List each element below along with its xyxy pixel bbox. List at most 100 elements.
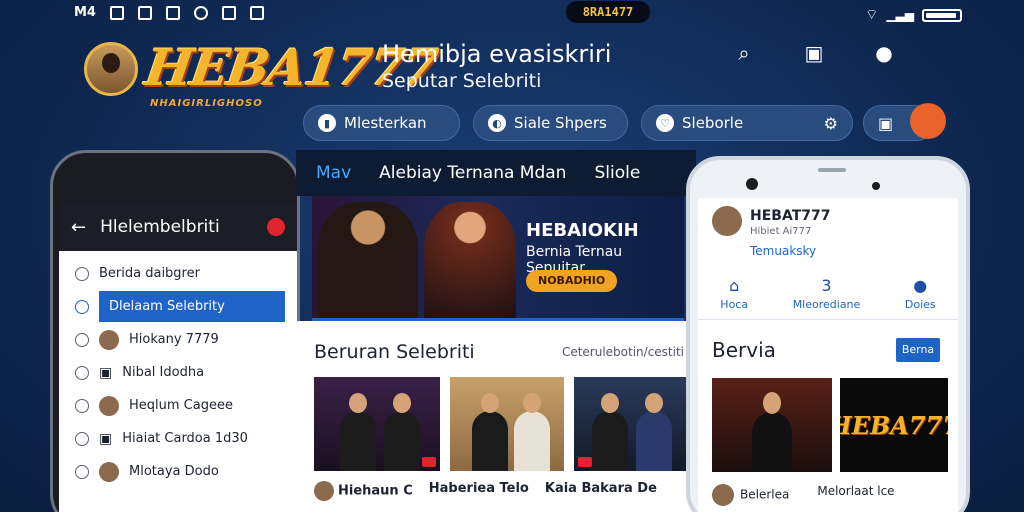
section-button[interactable]: Berna	[896, 338, 940, 362]
heart-icon: ♡	[656, 114, 674, 132]
list-item[interactable]: ▣ Nibal Idodha	[59, 356, 297, 389]
caption-text: Belerlea	[740, 487, 790, 502]
avatar	[99, 461, 119, 482]
screen-icon	[221, 5, 236, 20]
avatar	[99, 329, 119, 350]
globe-icon: ◐	[488, 114, 506, 132]
news-card[interactable]	[574, 377, 686, 471]
user-avatar[interactable]	[910, 103, 946, 139]
card-caption[interactable]: Melorlaat lce	[817, 484, 894, 506]
card-caption[interactable]: Hiehaun C	[314, 481, 413, 501]
banner-title: HEBAIOKIH	[526, 220, 639, 241]
pill-nav-0[interactable]: ▮ Mlesterkan	[303, 105, 460, 141]
profile-avatar[interactable]	[712, 206, 742, 236]
brand-avatar[interactable]	[84, 42, 138, 96]
camera-dot	[746, 178, 758, 190]
list-item-label: Dlelaam Selebrity	[99, 291, 285, 322]
card-caption[interactable]: Kaia Bakara De	[545, 481, 657, 501]
tab-label: Doies	[904, 298, 936, 311]
back-arrow-icon[interactable]: ←	[71, 217, 86, 238]
hero-banner[interactable]: HEBAIOKIH Bernia Ternau Sepuitar NOBADHI…	[312, 196, 684, 318]
left-phone: ← Hlelembelbriti Berida daibgrer Dlelaam…	[50, 150, 300, 512]
notification-badge[interactable]	[267, 218, 285, 236]
radio-icon[interactable]	[75, 332, 89, 347]
follow-link[interactable]: Temuaksky	[750, 244, 816, 258]
news-card[interactable]	[314, 377, 440, 471]
settings-icon[interactable]: ⚙	[824, 114, 838, 133]
banner-person-right	[424, 202, 516, 318]
caption-text: Kaia Bakara De	[544, 481, 657, 496]
radio-icon[interactable]	[75, 464, 89, 479]
section-title: Bervia	[712, 338, 776, 362]
card-person	[752, 392, 792, 472]
group-icon: ●	[913, 276, 928, 295]
pill-label: Mlesterkan	[344, 114, 427, 132]
news-panel: Beruran Selebriti Ceterulebotin/cestiti …	[296, 321, 696, 512]
caption-text: Melorlaat lce	[817, 484, 895, 498]
banner-button[interactable]: NOBADHIO	[526, 270, 618, 292]
page-title: Hemibja evasiskriri	[382, 40, 612, 68]
logo-card-text: HEBA777	[840, 410, 948, 440]
tab-trending[interactable]: Alebiay Ternana Mdan	[379, 163, 566, 183]
tab-groups[interactable]: ● Doies	[905, 276, 936, 311]
profile-icon[interactable]: ●	[873, 41, 895, 65]
tab-more[interactable]: Sliole	[594, 163, 640, 183]
list-item-label: Hiaiat Cardoa 1d30	[122, 431, 248, 446]
tab-home[interactable]: Mav	[316, 163, 351, 183]
download-icon	[249, 5, 264, 20]
list-item[interactable]: Mlotaya Dodo	[59, 455, 297, 488]
video-badge-icon	[578, 457, 592, 467]
radio-icon[interactable]	[75, 398, 89, 413]
list-item-label: Hiokany 7779	[129, 332, 219, 347]
list-item[interactable]: ▣ Hiaiat Cardoa 1d30	[59, 422, 297, 455]
pill-label: Siale Shpers	[514, 114, 607, 132]
list-item[interactable]: Heqlum Cageee	[59, 389, 297, 422]
radio-icon[interactable]	[75, 431, 89, 446]
card-caption[interactable]: Belerlea	[712, 484, 789, 506]
card-person	[636, 393, 672, 471]
tab-label: Hoca	[720, 298, 749, 311]
card-person	[472, 393, 508, 471]
list-item-label: Berida daibgrer	[99, 266, 200, 281]
radio-icon[interactable]	[75, 266, 89, 281]
card-caption[interactable]: Haberiea Telo	[429, 481, 529, 501]
center-nav: Mav Alebiay Ternana Mdan Sliole	[296, 150, 696, 196]
card-person	[514, 393, 550, 471]
dynamic-pill: 8RA1477	[566, 1, 650, 23]
radio-icon[interactable]	[75, 365, 89, 380]
news-card[interactable]	[450, 377, 564, 471]
camera-icon[interactable]: ▣	[803, 41, 825, 65]
card-captions: Hiehaun C Haberiea Telo Kaia Bakara De	[314, 481, 657, 501]
image-icon: ▣	[99, 364, 113, 381]
list-item-label: Heqlum Cageee	[129, 398, 233, 413]
gallery-icon	[109, 5, 124, 20]
tab-media[interactable]: 3 Mleorediane	[793, 276, 861, 311]
wifi-icon: ⌔	[865, 7, 879, 23]
number-icon: 3	[821, 276, 832, 295]
logo-card[interactable]: HEBA777	[840, 378, 948, 472]
search-icon[interactable]: ⌕	[733, 41, 755, 65]
image-icon: ▣	[99, 430, 113, 447]
pill-nav-2[interactable]: ♡ Sleborle ⚙	[641, 105, 853, 141]
notification-icon	[137, 5, 152, 20]
left-phone-title: Hlelembelbriti	[100, 217, 220, 237]
card-person	[592, 393, 628, 471]
bag-icon: ▮	[318, 114, 336, 132]
right-phone-screen: HEBAT777 Hibiet Ai777 Temuaksky ⌂ Hoca 3…	[698, 198, 958, 512]
radio-icon[interactable]	[75, 299, 89, 314]
list-item[interactable]: Hiokany 7779	[59, 323, 297, 356]
see-all-link[interactable]: Ceterulebotin/cestiti	[562, 345, 684, 359]
pill-nav-1[interactable]: ◐ Siale Shpers	[473, 105, 628, 141]
caption-text: Haberiea Telo	[428, 481, 529, 496]
header-actions: ⌕ ▣ ●	[733, 41, 895, 65]
tab-home[interactable]: ⌂ Hoca	[720, 276, 748, 311]
list-item-active[interactable]: Dlelaam Selebrity	[59, 290, 297, 323]
caption-text: Hiehaun C	[338, 483, 413, 499]
news-card[interactable]	[712, 378, 832, 472]
card-person	[384, 393, 420, 471]
avatar	[712, 484, 734, 506]
tab-label: Mleorediane	[792, 298, 861, 311]
status-bar: M4 8RA1477 ⌔ ▁▃▅	[0, 0, 1024, 28]
signal-icon: ▁▃▅	[886, 8, 914, 22]
list-item[interactable]: Berida daibgrer	[59, 257, 297, 290]
